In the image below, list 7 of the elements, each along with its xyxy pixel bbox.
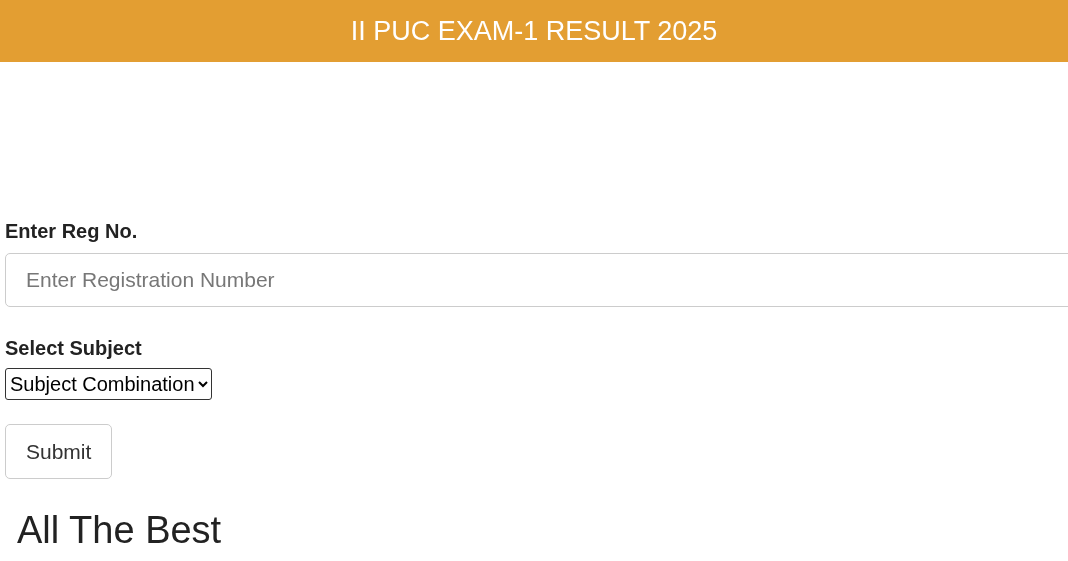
field-label: Enter Reg No.: [5, 220, 138, 243]
submit-button[interactable]: Submit: [5, 424, 113, 479]
closing-message: All The Best: [17, 509, 222, 552]
field-label: Select Subject: [5, 337, 142, 360]
input-field[interactable]: Enter Registration Number: [5, 253, 1068, 307]
page-title: II PUC EXAM-1 RESULT 2025: [350, 15, 718, 47]
subject-dropdown[interactable]: Subject Combination: [5, 368, 212, 400]
